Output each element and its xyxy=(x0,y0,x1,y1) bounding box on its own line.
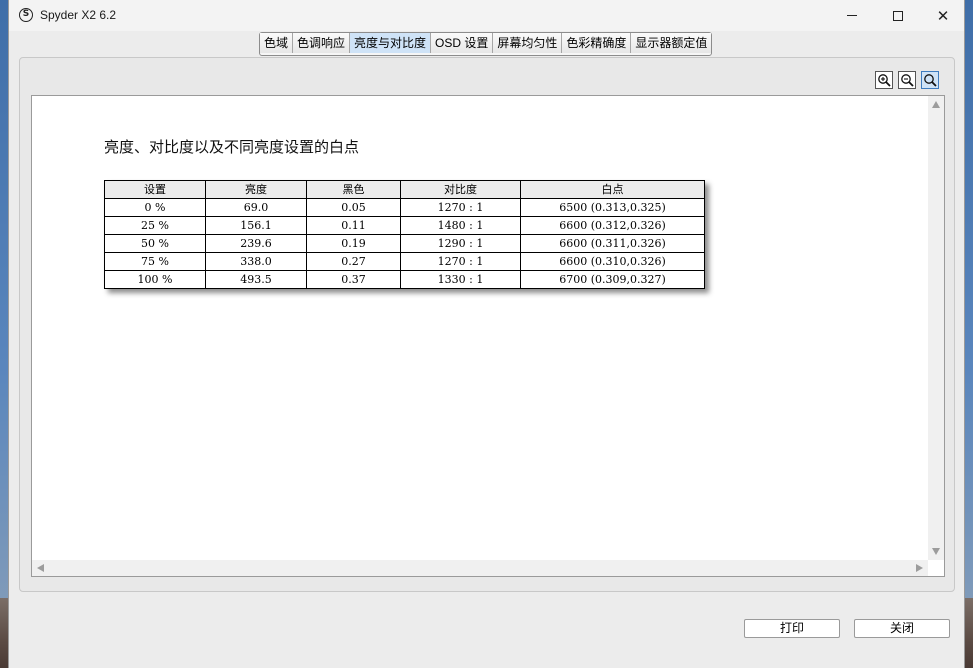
close-button[interactable]: 关闭 xyxy=(854,619,950,638)
zoom-toolbar xyxy=(875,71,939,89)
vertical-scrollbar[interactable] xyxy=(928,96,944,560)
table-cell: 0.11 xyxy=(306,216,401,235)
tab-7[interactable]: 显示器额定值 xyxy=(631,33,712,53)
title-bar: S Spyder X2 6.2 ✕ xyxy=(9,0,964,31)
tab-2[interactable]: 色调响应 xyxy=(293,33,351,53)
table-cell: 0.19 xyxy=(306,234,401,253)
maximize-icon xyxy=(893,10,903,21)
table-cell: 6700 (0.309,0.327) xyxy=(520,270,705,289)
table-row: 100 % 493.5 0.37 1330 : 1 6700 (0.309,0.327) xyxy=(104,270,705,289)
zoom-fit-button[interactable] xyxy=(921,71,939,89)
table-cell: 239.6 xyxy=(205,234,307,253)
report-viewport: 亮度、对比度以及不同亮度设置的白点 设置 亮度 黑色 对比度 白点 0 % 69.… xyxy=(31,95,945,577)
zoom-out-button[interactable] xyxy=(898,71,916,89)
table-cell: 493.5 xyxy=(205,270,307,289)
table-cell: 0 % xyxy=(104,198,206,217)
maximize-button[interactable] xyxy=(875,0,921,31)
column-header: 亮度 xyxy=(205,180,307,199)
tab-4[interactable]: OSD 设置 xyxy=(431,33,494,53)
minimize-icon xyxy=(847,15,857,16)
column-header: 黑色 xyxy=(306,180,401,199)
minimize-button[interactable] xyxy=(829,0,875,31)
table-cell: 100 % xyxy=(104,270,206,289)
table-cell: 1330 : 1 xyxy=(400,270,521,289)
tab-6[interactable]: 色彩精确度 xyxy=(562,33,632,53)
table-cell: 0.05 xyxy=(306,198,401,217)
table-row: 75 % 338.0 0.27 1270 : 1 6600 (0.310,0.326) xyxy=(104,252,705,271)
tab-1[interactable]: 色域 xyxy=(260,33,294,53)
column-header: 白点 xyxy=(520,180,705,199)
brightness-contrast-table: 设置 亮度 黑色 对比度 白点 0 % 69.0 0.05 1270 : 1 6500 … xyxy=(104,180,705,289)
zoom-in-button[interactable] xyxy=(875,71,893,89)
table-cell: 0.37 xyxy=(306,270,401,289)
scroll-up-arrow-icon[interactable] xyxy=(932,101,940,108)
zoom-out-icon xyxy=(901,74,914,87)
table-cell: 6500 (0.313,0.325) xyxy=(520,198,705,217)
table-cell: 1270 : 1 xyxy=(400,252,521,271)
report-title: 亮度、对比度以及不同亮度设置的白点 xyxy=(104,138,360,156)
table-row: 25 % 156.1 0.11 1480 : 1 6600 (0.312,0.326) xyxy=(104,216,705,235)
column-header: 设置 xyxy=(104,180,206,199)
table-row: 50 % 239.6 0.19 1290 : 1 6600 (0.311,0.326) xyxy=(104,234,705,253)
table-cell: 1480 : 1 xyxy=(400,216,521,235)
scroll-right-arrow-icon[interactable] xyxy=(916,564,923,572)
table-cell: 6600 (0.312,0.326) xyxy=(520,216,705,235)
table-cell: 6600 (0.310,0.326) xyxy=(520,252,705,271)
table-header-row: 设置 亮度 黑色 对比度 白点 xyxy=(104,180,705,199)
print-button[interactable]: 打印 xyxy=(744,619,840,638)
table-cell: 338.0 xyxy=(205,252,307,271)
horizontal-scrollbar[interactable] xyxy=(32,560,928,576)
close-icon: ✕ xyxy=(936,6,950,25)
table-cell: 6600 (0.311,0.326) xyxy=(520,234,705,253)
app-window: S Spyder X2 6.2 ✕ 色域 色调响应 亮度与对比度 OSD 设置 屏幕均匀… xyxy=(8,0,965,668)
close-window-button[interactable]: ✕ xyxy=(920,0,966,31)
scroll-left-arrow-icon[interactable] xyxy=(37,564,44,572)
zoom-in-icon xyxy=(878,74,891,87)
table-cell: 25 % xyxy=(104,216,206,235)
zoom-fit-icon xyxy=(924,74,937,87)
tab-3[interactable]: 亮度与对比度 xyxy=(350,33,432,53)
table-row: 0 % 69.0 0.05 1270 : 1 6500 (0.313,0.325) xyxy=(104,198,705,217)
table-cell: 1270 : 1 xyxy=(400,198,521,217)
tab-5[interactable]: 屏幕均匀性 xyxy=(493,33,563,53)
spyder-app-icon: S xyxy=(19,8,33,22)
table-cell: 156.1 xyxy=(205,216,307,235)
table-cell: 1290 : 1 xyxy=(400,234,521,253)
report-tab-bar: 色域 色调响应 亮度与对比度 OSD 设置 屏幕均匀性 色彩精确度 显示器额定值 xyxy=(259,32,713,56)
table-cell: 75 % xyxy=(104,252,206,271)
column-header: 对比度 xyxy=(400,180,521,199)
table-cell: 50 % xyxy=(104,234,206,253)
scroll-corner xyxy=(928,560,944,576)
table-cell: 0.27 xyxy=(306,252,401,271)
window-title: Spyder X2 6.2 xyxy=(40,8,117,22)
table-cell: 69.0 xyxy=(205,198,307,217)
scroll-down-arrow-icon[interactable] xyxy=(932,548,940,555)
